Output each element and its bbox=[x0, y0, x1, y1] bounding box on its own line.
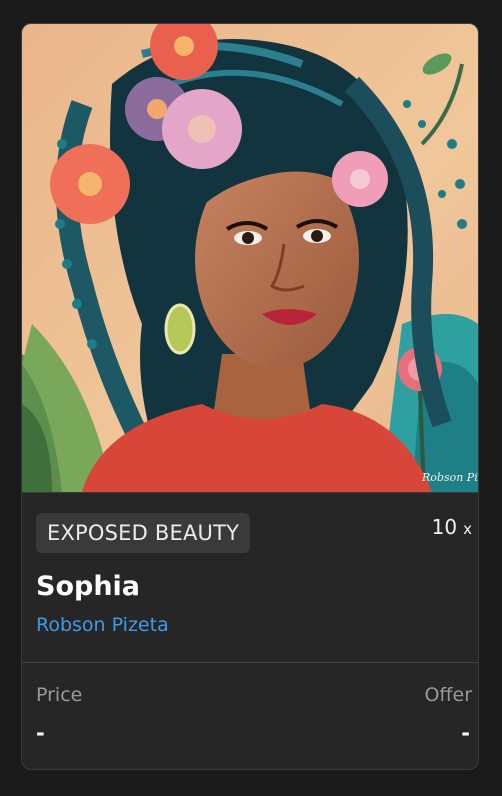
edition-number: 10 bbox=[431, 515, 458, 539]
artwork-image[interactable]: Robson Pizeta bbox=[22, 24, 478, 493]
portrait-illustration: Robson Pizeta bbox=[22, 24, 478, 492]
edition-unit: x bbox=[463, 520, 472, 538]
artist-link[interactable]: Robson Pizeta bbox=[36, 614, 169, 636]
edition-count: 10 x bbox=[432, 515, 472, 539]
offer-value: - bbox=[461, 721, 470, 745]
artwork-signature: Robson Pizeta bbox=[421, 471, 478, 484]
divider bbox=[22, 662, 478, 663]
price-value: - bbox=[36, 721, 45, 745]
card-info: EXPOSED BEAUTY 10 x Sophia Robson Pizeta bbox=[22, 493, 478, 662]
nft-card[interactable]: Robson Pizeta EXPOSED BEAUTY 10 x Sophia … bbox=[21, 23, 479, 770]
price-label: Price bbox=[36, 684, 83, 706]
earring bbox=[164, 303, 196, 355]
offer-label: Offer bbox=[424, 684, 472, 706]
artwork-title: Sophia bbox=[36, 571, 141, 602]
collection-badge[interactable]: EXPOSED BEAUTY bbox=[36, 513, 251, 553]
